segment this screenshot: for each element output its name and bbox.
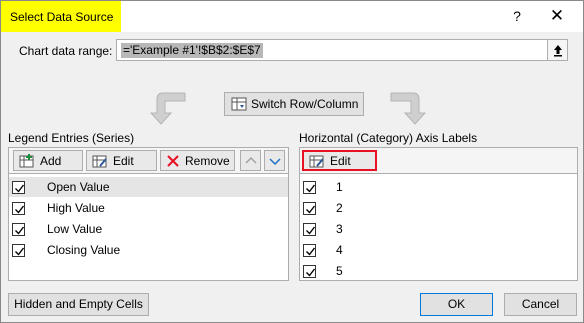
move-down-button[interactable]: [264, 150, 285, 171]
switch-row-column-button[interactable]: Switch Row/Column: [224, 92, 364, 116]
remove-series-button[interactable]: Remove: [160, 150, 235, 171]
axis-label-row[interactable]: 4: [300, 240, 577, 260]
edit-axis-labels-button[interactable]: Edit: [302, 150, 377, 171]
check-mark-icon: [15, 184, 25, 193]
axis-label-checkbox[interactable]: [303, 222, 316, 236]
axis-label-value: 1: [336, 180, 343, 194]
axis-label-checkbox[interactable]: [303, 180, 316, 194]
check-mark-icon: [15, 247, 25, 256]
edit-axis-labels-label: Edit: [330, 153, 351, 168]
switch-row-column-icon: [231, 97, 247, 111]
series-name: Closing Value: [47, 243, 121, 257]
check-mark-icon: [15, 226, 25, 235]
select-data-source-dialog: Select Data Source ? ✕ Chart data range:…: [0, 0, 584, 323]
edit-series-label: Edit: [113, 153, 134, 168]
series-checkbox[interactable]: [12, 180, 25, 194]
collapse-dialog-button[interactable]: [547, 40, 567, 60]
axis-label-value: 4: [336, 243, 343, 257]
check-mark-icon: [306, 247, 316, 256]
switch-right-arrow-icon: [390, 92, 427, 125]
edit-series-icon: [92, 155, 107, 167]
series-name: Open Value: [47, 180, 110, 194]
remove-x-icon: [167, 154, 179, 167]
edit-series-button[interactable]: Edit: [86, 150, 157, 171]
switch-row-column-label: Switch Row/Column: [251, 97, 359, 111]
dialog-title: Select Data Source: [10, 10, 114, 24]
move-up-button[interactable]: [240, 150, 261, 171]
check-mark-icon: [15, 205, 25, 214]
axis-labels-panel: Edit 1 2 3 4 5: [299, 147, 578, 281]
hidden-empty-cells-button[interactable]: Hidden and Empty Cells: [8, 293, 149, 316]
title-bar: Select Data Source ? ✕: [1, 1, 583, 32]
series-checkbox[interactable]: [12, 243, 25, 257]
axis-label-row[interactable]: 1: [300, 177, 577, 197]
cancel-button[interactable]: Cancel: [504, 293, 577, 316]
series-checkbox[interactable]: [12, 222, 25, 236]
collapse-arrow-icon: [554, 45, 562, 57]
chevron-up-icon: [245, 156, 257, 164]
chevron-down-icon: [269, 157, 281, 165]
chart-data-range-label: Chart data range:: [19, 44, 113, 58]
axis-label-row[interactable]: 3: [300, 219, 577, 239]
axis-toolbar: Edit: [300, 148, 577, 174]
series-row[interactable]: Low Value: [9, 219, 288, 239]
series-name: High Value: [47, 201, 105, 215]
axis-label-checkbox[interactable]: [303, 201, 316, 215]
add-series-icon: [19, 153, 34, 167]
series-row[interactable]: Open Value: [9, 177, 288, 197]
axis-label-checkbox[interactable]: [303, 243, 316, 257]
chart-data-range-value: ='Example #1'!$B$2:$E$7: [121, 43, 263, 58]
edit-axis-icon: [309, 155, 324, 167]
legend-entries-panel: Add Edit Remove Open Value High Value Lo…: [8, 147, 289, 281]
add-series-label: Add: [40, 153, 62, 168]
legend-entries-label: Legend Entries (Series): [8, 131, 135, 145]
remove-series-label: Remove: [185, 153, 230, 168]
chart-data-range-input[interactable]: ='Example #1'!$B$2:$E$7: [116, 39, 568, 61]
check-mark-icon: [306, 226, 316, 235]
series-name: Low Value: [47, 222, 103, 236]
axis-label-value: 3: [336, 222, 343, 236]
switch-left-arrow-icon: [149, 92, 186, 125]
add-series-button[interactable]: Add: [13, 150, 83, 171]
axis-labels-label: Horizontal (Category) Axis Labels: [299, 131, 478, 145]
help-button[interactable]: ?: [507, 6, 527, 26]
series-row[interactable]: High Value: [9, 198, 288, 218]
check-mark-icon: [306, 184, 316, 193]
ok-button[interactable]: OK: [420, 293, 493, 316]
axis-label-value: 5: [336, 264, 343, 278]
series-row[interactable]: Closing Value: [9, 240, 288, 260]
axis-label-value: 2: [336, 201, 343, 215]
series-checkbox[interactable]: [12, 201, 25, 215]
axis-label-row[interactable]: 2: [300, 198, 577, 218]
axis-label-row[interactable]: 5: [300, 261, 577, 281]
close-button[interactable]: ✕: [546, 5, 568, 27]
axis-label-checkbox[interactable]: [303, 264, 316, 278]
check-mark-icon: [306, 205, 316, 214]
check-mark-icon: [306, 268, 316, 277]
legend-toolbar: Add Edit Remove: [9, 148, 288, 174]
